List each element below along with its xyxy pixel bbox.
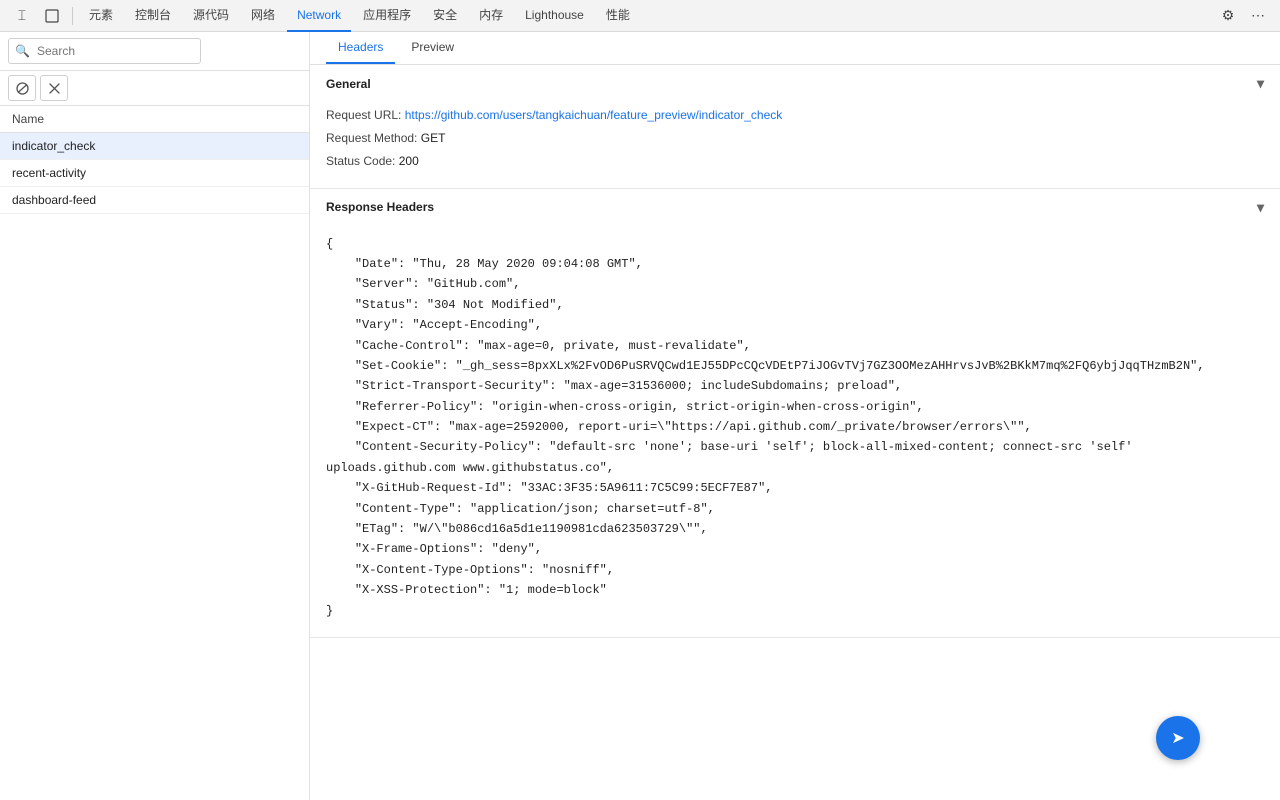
request-url-link[interactable]: https://github.com/users/tangkaichuan/fe…	[405, 108, 783, 122]
tab-network[interactable]: Network	[287, 0, 351, 32]
tab-application[interactable]: 应用程序	[353, 0, 421, 32]
panel-tabs: Headers Preview	[310, 32, 1280, 65]
toolbar: ⌶ 元素 控制台 源代码 网络 Network 应用程序 安全 内存 Light…	[0, 0, 1280, 32]
general-title: General	[326, 77, 371, 91]
status-code-row: Status Code: 200	[326, 152, 1264, 171]
request-url-label: Request URL:	[326, 108, 401, 122]
tab-memory[interactable]: 内存	[469, 0, 513, 32]
name-column-header: Name	[0, 106, 309, 133]
tab-elements[interactable]: 元素	[79, 0, 123, 32]
search-input[interactable]	[8, 38, 201, 64]
left-panel: 🔍 Name indicator_check recent-activity d…	[0, 32, 310, 800]
request-method-row: Request Method: GET	[326, 129, 1264, 148]
tab-security[interactable]: 安全	[423, 0, 467, 32]
list-item[interactable]: dashboard-feed	[0, 187, 309, 214]
chevron-down-icon-2: ▾	[1257, 199, 1264, 216]
action-bar	[0, 71, 309, 106]
list-item[interactable]: recent-activity	[0, 160, 309, 187]
tab-sources[interactable]: 源代码	[183, 0, 239, 32]
request-method-label: Request Method:	[326, 131, 417, 145]
search-icon: 🔍	[15, 44, 30, 58]
block-button[interactable]	[8, 75, 36, 101]
inspect-icon[interactable]	[38, 2, 66, 30]
general-section: General ▾ Request URL: https://github.co…	[310, 65, 1280, 189]
separator	[72, 7, 73, 25]
list-item[interactable]: indicator_check	[0, 133, 309, 160]
status-code-value: 200	[399, 154, 419, 168]
settings-icon[interactable]: ⚙	[1214, 2, 1242, 30]
panel-content: General ▾ Request URL: https://github.co…	[310, 65, 1280, 800]
cursor-icon[interactable]: ⌶	[8, 2, 36, 30]
tab-lighthouse[interactable]: Lighthouse	[515, 0, 594, 32]
tab-preview[interactable]: Preview	[399, 32, 466, 64]
request-method-value: GET	[421, 131, 446, 145]
tab-performance[interactable]: 性能	[596, 0, 640, 32]
chevron-down-icon: ▾	[1257, 75, 1264, 92]
right-panel: Headers Preview General ▾ Request URL: h…	[310, 32, 1280, 800]
status-code-label: Status Code:	[326, 154, 395, 168]
tab-network-cn[interactable]: 网络	[241, 0, 285, 32]
response-headers-section-header[interactable]: Response Headers ▾	[310, 189, 1280, 226]
request-url-row: Request URL: https://github.com/users/ta…	[326, 106, 1264, 125]
main-layout: 🔍 Name indicator_check recent-activity d…	[0, 32, 1280, 800]
general-section-header[interactable]: General ▾	[310, 65, 1280, 102]
response-headers-section: Response Headers ▾ { "Date": "Thu, 28 Ma…	[310, 189, 1280, 638]
search-wrap: 🔍	[8, 38, 301, 64]
fab-icon: ➤	[1171, 728, 1184, 748]
clear-button[interactable]	[40, 75, 68, 101]
tab-console[interactable]: 控制台	[125, 0, 181, 32]
network-list: indicator_check recent-activity dashboar…	[0, 133, 309, 800]
toolbar-right: ⚙ ⋯	[1214, 2, 1272, 30]
more-icon[interactable]: ⋯	[1244, 2, 1272, 30]
general-section-body: Request URL: https://github.com/users/ta…	[310, 102, 1280, 188]
search-bar: 🔍	[0, 32, 309, 71]
response-headers-json: { "Date": "Thu, 28 May 2020 09:04:08 GMT…	[310, 226, 1280, 637]
fab-button[interactable]: ➤	[1156, 716, 1200, 760]
tab-headers[interactable]: Headers	[326, 32, 395, 64]
response-headers-title: Response Headers	[326, 200, 434, 214]
